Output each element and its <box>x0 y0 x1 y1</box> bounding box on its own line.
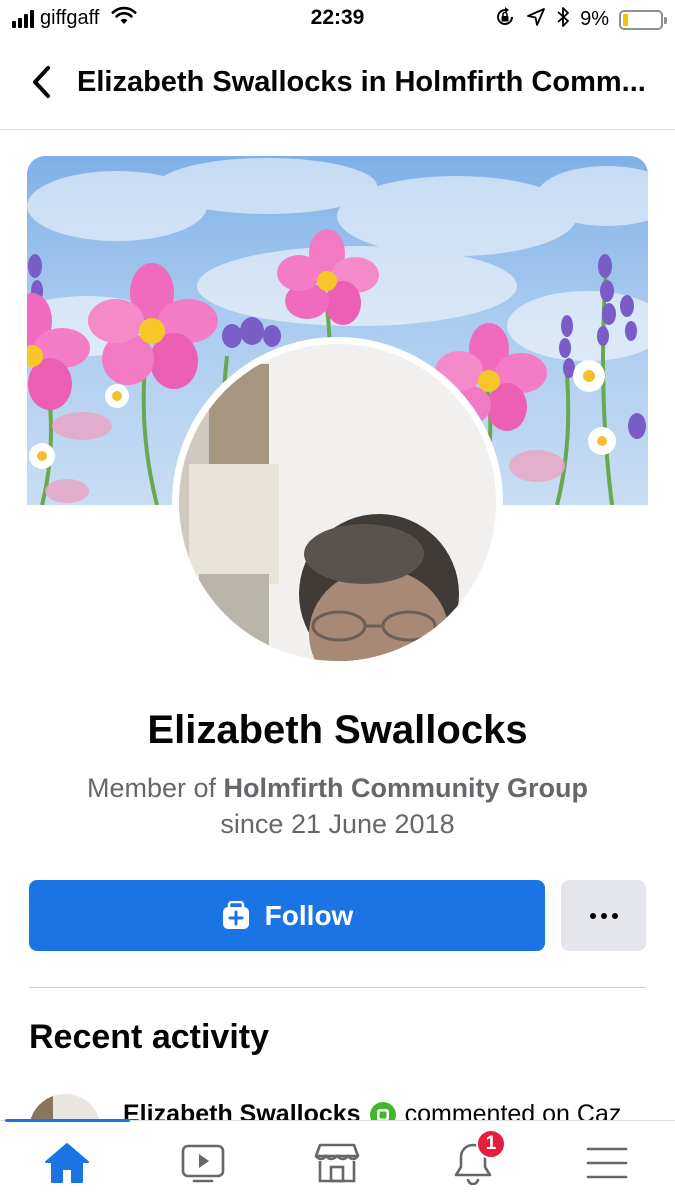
notification-count-badge: 1 <box>476 1129 506 1159</box>
activity-actor[interactable]: Elizabeth Swallocks <box>123 1100 361 1122</box>
video-icon <box>181 1144 225 1183</box>
tab-notifications[interactable]: 1 <box>438 1129 508 1191</box>
status-right: 9% <box>494 6 667 33</box>
page-header: Elizabeth Swallocks in Holmfirth Comm... <box>0 40 675 130</box>
profile-name: Elizabeth Swallocks <box>147 708 528 752</box>
battery-percent: 9% <box>580 8 609 30</box>
location-arrow-icon <box>526 7 546 32</box>
bottom-tab-bar: 1 <box>0 1119 675 1200</box>
tab-marketplace[interactable] <box>302 1135 372 1191</box>
follow-label: Follow <box>264 899 354 931</box>
group-name-link[interactable]: Holmfirth Community Group <box>224 773 588 803</box>
bluetooth-icon <box>556 6 570 33</box>
page-title: Elizabeth Swallocks in Holmfirth Comm... <box>77 66 646 98</box>
tab-menu[interactable] <box>572 1135 642 1191</box>
tab-watch[interactable] <box>168 1135 238 1191</box>
section-title-recent-activity: Recent activity <box>29 1018 269 1056</box>
member-since: since 21 June 2018 <box>220 809 455 839</box>
active-tab-indicator <box>5 1119 130 1122</box>
battery-level <box>623 13 628 26</box>
membership-info: Member of Holmfirth Community Group sinc… <box>0 770 675 842</box>
hamburger-menu-icon <box>586 1147 628 1179</box>
member-badge-icon <box>369 1101 397 1122</box>
more-options-button[interactable] <box>561 880 646 951</box>
follow-add-icon <box>222 900 249 929</box>
section-divider <box>29 987 646 988</box>
more-dots-icon <box>589 912 596 919</box>
activity-description: commented on Caz <box>404 1100 622 1122</box>
membership-prefix: Member of <box>86 773 224 803</box>
activity-item[interactable]: Elizabeth Swallocks commented on Caz <box>29 1090 669 1122</box>
back-button[interactable] <box>22 62 62 102</box>
battery-icon <box>619 9 667 30</box>
avatar <box>179 344 496 661</box>
orientation-lock-icon <box>494 6 516 33</box>
tab-home[interactable] <box>32 1135 102 1191</box>
status-bar: giffgaff 22:39 9% <box>0 0 675 40</box>
activity-avatar <box>29 1094 101 1122</box>
activity-text: Elizabeth Swallocks commented on Caz <box>123 1100 621 1122</box>
marketplace-icon <box>314 1143 360 1183</box>
profile-avatar[interactable] <box>172 337 503 668</box>
follow-button[interactable]: Follow <box>29 880 545 951</box>
home-icon <box>45 1143 89 1183</box>
chevron-left-icon <box>33 66 50 98</box>
